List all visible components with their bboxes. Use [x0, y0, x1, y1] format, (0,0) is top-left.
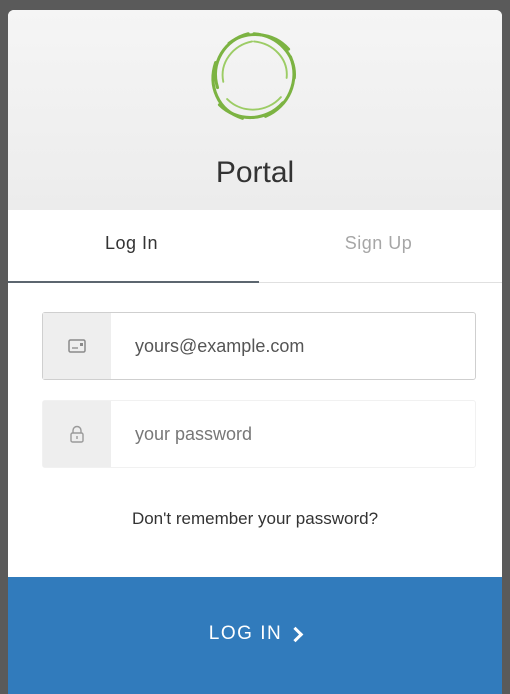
app-title: Portal	[215, 156, 295, 189]
forgot-password-link[interactable]: Don't remember your password?	[8, 509, 502, 529]
header: Portal	[8, 10, 502, 210]
log-in-button[interactable]: LOG IN	[8, 577, 502, 694]
log-in-button-label: LOG IN	[208, 623, 283, 644]
lock-icon	[43, 401, 111, 467]
email-field	[42, 312, 476, 380]
password-input[interactable]	[111, 401, 475, 467]
tab-log-in[interactable]: Log In	[8, 210, 255, 282]
password-field	[42, 400, 476, 468]
chevron-right-icon	[287, 626, 304, 642]
envelope-icon	[43, 313, 111, 379]
email-input[interactable]	[111, 313, 475, 379]
login-widget: Portal Log In Sign Up yours@example.com …	[8, 10, 502, 694]
tab-bar: Log In Sign Up	[8, 210, 502, 283]
login-form: Don't remember your password?	[8, 283, 502, 580]
tab-sign-up[interactable]: Sign Up	[255, 210, 502, 282]
portal-logo-icon	[211, 32, 296, 120]
